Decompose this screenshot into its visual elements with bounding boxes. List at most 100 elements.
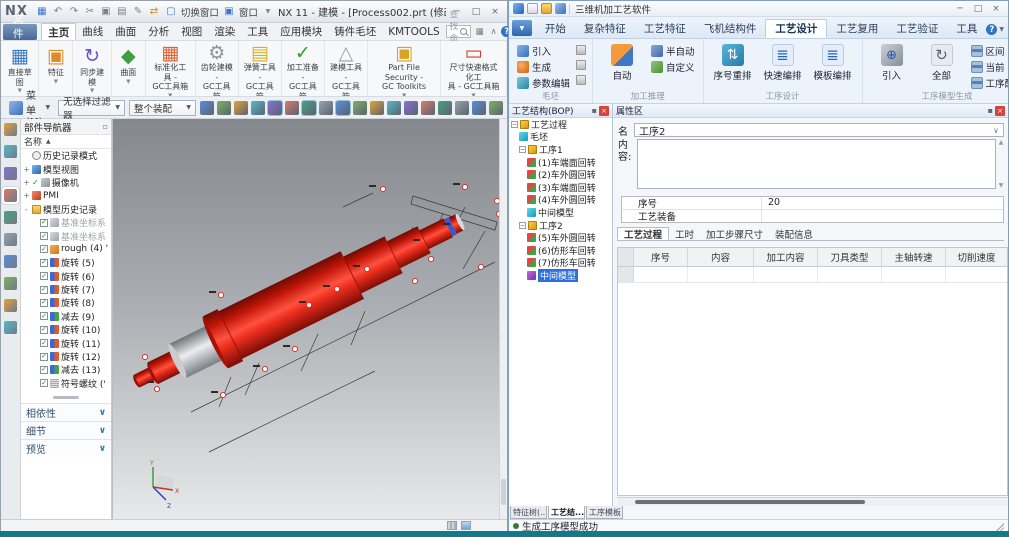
window-dropdown-caret-icon[interactable]: ▼	[261, 5, 275, 19]
copy-icon[interactable]: ▣	[99, 5, 113, 19]
touch-icon[interactable]	[200, 101, 214, 115]
tab-process-feature[interactable]: 工艺特征	[635, 19, 695, 38]
bop-tree-item[interactable]: −工序2	[509, 219, 612, 232]
bop-tree-item[interactable]: (5)车外圆回转	[509, 231, 612, 244]
tab-process-verify[interactable]: 工艺验证	[887, 19, 947, 38]
paste-icon[interactable]: ▤	[115, 5, 129, 19]
graphics-viewport[interactable]: X Y Z	[112, 119, 501, 519]
nx-maximize-button[interactable]: □	[468, 5, 484, 18]
cam-maximize-button[interactable]: □	[970, 2, 986, 15]
splitter-handle[interactable]	[53, 396, 79, 399]
checkbox[interactable]: ✓	[40, 219, 48, 227]
window-view-icon[interactable]	[461, 521, 471, 530]
materials-icon[interactable]	[4, 277, 17, 290]
checkbox[interactable]: ✓	[40, 326, 48, 334]
tree-item[interactable]: ✓旋转 (5)	[21, 256, 111, 269]
tab-step-dimensions[interactable]: 加工步骤尺寸	[700, 227, 769, 240]
tree-item[interactable]: +PMI	[21, 189, 111, 202]
tab-home[interactable]: 主页	[41, 23, 76, 40]
close-panel-icon[interactable]: ×	[599, 106, 609, 116]
save-icon[interactable]: ▦	[35, 5, 49, 19]
roles-icon[interactable]	[4, 299, 17, 312]
cam-close-button[interactable]: ×	[988, 2, 1004, 15]
close-panel-icon[interactable]: ×	[995, 106, 1005, 116]
tab-view[interactable]: 视图	[175, 23, 208, 40]
ribbon-group-standardization-tools[interactable]: ▦标准化工具 - GC工具箱▼	[146, 41, 196, 96]
command-search-input[interactable]: 查找命令	[446, 25, 472, 38]
circle-icon[interactable]	[353, 101, 367, 115]
table-cell[interactable]	[818, 267, 882, 282]
panel-tab-operation-template[interactable]: 工序模板	[586, 506, 623, 519]
shaded-icon[interactable]	[268, 101, 282, 115]
table-cell[interactable]	[634, 267, 688, 282]
bop-tree-item[interactable]: 中间模型	[509, 269, 612, 282]
renumber-button[interactable]: ⇅序号重排	[710, 43, 756, 82]
tree-item[interactable]: +✓摄像机	[21, 176, 111, 189]
current-button[interactable]: 当前	[969, 59, 1008, 74]
column-header-2[interactable]: 内容	[688, 248, 754, 266]
open-file-icon[interactable]	[541, 3, 552, 14]
tree-item[interactable]: ✓旋转 (10)	[21, 323, 111, 336]
tab-casting-blank[interactable]: 铸件毛坯	[328, 23, 382, 40]
roller-ball-icon[interactable]	[4, 123, 17, 136]
blank-opt-3-icon[interactable]	[576, 75, 586, 85]
tree-item[interactable]: ✓旋转 (11)	[21, 336, 111, 349]
ribbon-group-synchronous-modeling[interactable]: ↻同步建模▼	[73, 41, 111, 96]
new-file-icon[interactable]	[527, 3, 538, 14]
tab-aircraft-structure[interactable]: 飞机结构件	[695, 19, 766, 38]
tree-item[interactable]: ✓减去 (9)	[21, 310, 111, 323]
panel-undock-icon[interactable]: ▫	[103, 122, 108, 131]
all-button[interactable]: ↻全部	[919, 43, 965, 82]
file-menu-button[interactable]: 文件(F)	[3, 24, 37, 40]
table-cell[interactable]	[754, 267, 818, 282]
custom-button[interactable]: 自定义	[649, 59, 697, 74]
spline-icon[interactable]	[319, 101, 333, 115]
tree-item[interactable]: ✓符号螺纹 ('	[21, 377, 111, 390]
tab-process-design[interactable]: 工艺设计	[765, 19, 827, 38]
expand-toggle-icon[interactable]: +	[23, 191, 30, 200]
help-icon[interactable]: ?	[986, 24, 997, 35]
quick-arrange-button[interactable]: ≣快速编排	[760, 43, 806, 82]
panel-tab-feature-tree[interactable]: 特征树(...	[510, 506, 547, 519]
save-file-icon[interactable]	[555, 3, 566, 14]
generate-blank-button[interactable]: 生成	[515, 59, 572, 74]
tree-item[interactable]: ✓减去 (13)	[21, 363, 111, 376]
expand-toggle-icon[interactable]: +	[23, 165, 30, 174]
bop-tree-item[interactable]: (7)仿形车回转	[509, 257, 612, 270]
checkbox[interactable]: ✓	[40, 245, 48, 253]
ribbon-group-part-file-security[interactable]: ▣Part File Security - GC Toolkits▼	[368, 41, 441, 96]
checkbox[interactable]: ✓	[40, 353, 48, 361]
column-header-1[interactable]: 序号	[634, 248, 688, 266]
table-horizontal-scrollbar[interactable]	[617, 497, 1008, 506]
datum-icon[interactable]	[251, 101, 265, 115]
tab-start[interactable]: 开始	[536, 19, 575, 38]
expand-toggle-icon[interactable]: −	[519, 222, 526, 229]
collapse-ribbon-icon[interactable]: ∧	[487, 25, 500, 38]
section-相依性[interactable]: 相依性∨	[21, 403, 111, 421]
tab-surface[interactable]: 曲面	[109, 23, 142, 40]
tab-work-hours[interactable]: 工时	[669, 227, 700, 240]
touch-mode-icon[interactable]	[4, 321, 17, 334]
tree-item[interactable]: +模型视图	[21, 162, 111, 175]
expand-toggle-icon[interactable]: −	[511, 121, 518, 128]
ribbon-group-machining-prep[interactable]: ✓加工准备 - GC工具箱▼	[282, 41, 325, 96]
table-cell[interactable]	[946, 267, 1008, 282]
switch-window-label[interactable]: 切换窗口	[181, 5, 219, 19]
point-icon[interactable]	[370, 101, 384, 115]
sample-curve-icon[interactable]	[336, 101, 350, 115]
switch-window-icon[interactable]: ▢	[164, 5, 178, 19]
checkbox[interactable]: ✓	[40, 272, 48, 280]
column-header-3[interactable]: 加工内容	[754, 248, 818, 266]
tree-item[interactable]: -模型历史记录	[21, 203, 111, 216]
auto-button[interactable]: 自动	[599, 43, 645, 82]
render-style-icon[interactable]	[472, 101, 486, 115]
bop-tree-item[interactable]: (6)仿形车回转	[509, 244, 612, 257]
pattern-icon[interactable]	[404, 101, 418, 115]
checkbox[interactable]: ✓	[40, 312, 48, 320]
redo-icon[interactable]: ↷	[67, 5, 81, 19]
gallery-icon[interactable]: ▦	[473, 25, 486, 38]
param-edit-button[interactable]: 参数编辑	[515, 75, 572, 90]
bop-tree-item[interactable]: 中间模型	[509, 206, 612, 219]
expand-toggle-icon[interactable]: -	[23, 205, 30, 214]
tab-complex-feature[interactable]: 复杂特征	[575, 19, 635, 38]
